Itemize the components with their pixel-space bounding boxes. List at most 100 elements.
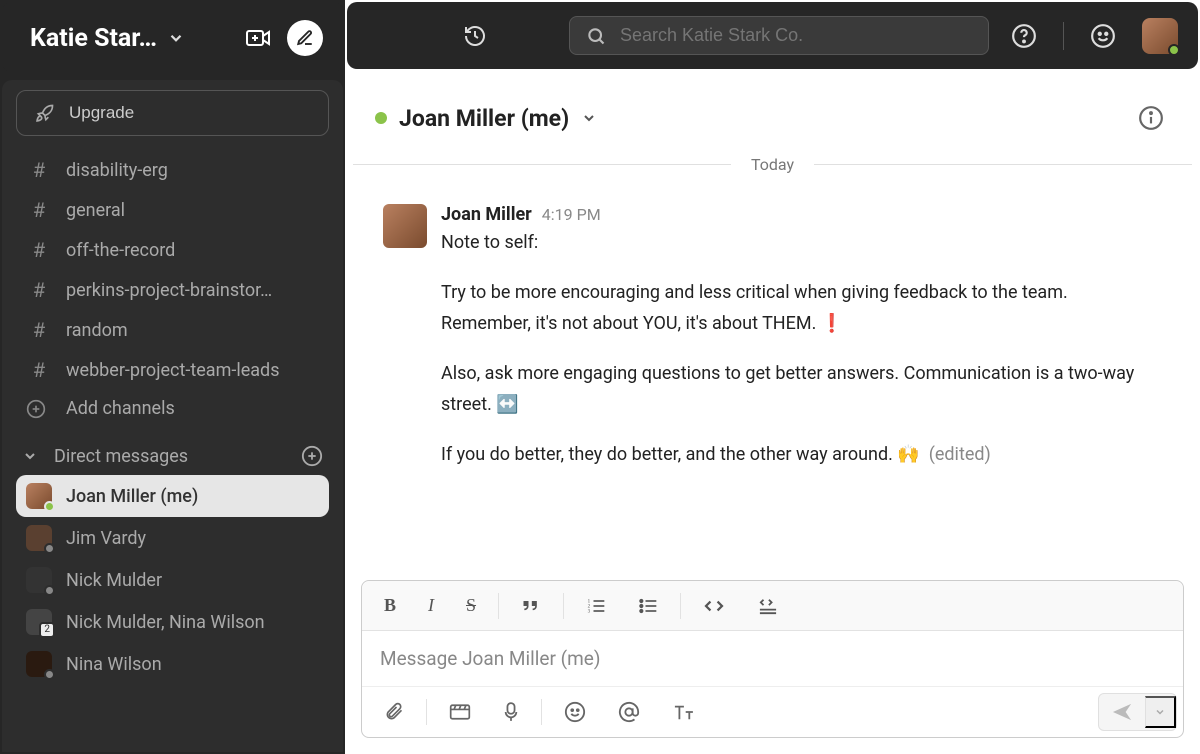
sidebar-body: Upgrade #disability-erg #general #off-th… (2, 80, 343, 752)
history-button[interactable] (457, 18, 493, 54)
format-toolbar: B I S 123 (362, 581, 1183, 631)
workspace-switcher[interactable]: Katie Star… (2, 2, 343, 72)
presence-online-icon (44, 501, 55, 512)
search-box[interactable] (569, 16, 989, 55)
text-format-button[interactable] (656, 693, 710, 731)
separator (426, 699, 427, 725)
date-label: Today (751, 155, 794, 174)
presence-offline-icon (44, 585, 55, 596)
dm-item-self[interactable]: Joan Miller (me) (16, 475, 329, 517)
avatar (26, 567, 52, 593)
italic-button[interactable]: I (412, 585, 450, 626)
add-dm-button[interactable] (301, 445, 323, 467)
message-line: If you do better, they do better, and th… (441, 439, 1161, 471)
main-panel: Joan Miller (me) Today Joan Miller 4:19 … (345, 0, 1200, 754)
member-count-badge: 2 (39, 622, 55, 638)
add-channels-label: Add channels (66, 398, 175, 419)
plus-circle-icon (26, 399, 52, 419)
compose-input[interactable]: Message Joan Miller (me) (362, 631, 1183, 686)
hash-icon: # (26, 318, 52, 342)
help-button[interactable] (1005, 17, 1043, 55)
edited-label: (edited) (929, 444, 991, 465)
presence-online-icon (375, 112, 387, 124)
message-list: Joan Miller 4:19 PM Note to self: Try to… (345, 174, 1200, 574)
channel-item[interactable]: #general (16, 190, 329, 230)
info-button[interactable] (1132, 99, 1170, 137)
search-icon (586, 26, 606, 46)
channel-name: general (66, 200, 125, 221)
avatar (26, 483, 52, 509)
dm-item[interactable]: Jim Vardy (16, 517, 329, 559)
upgrade-label: Upgrade (69, 103, 134, 123)
compose-button[interactable] (287, 20, 323, 56)
hash-icon: # (26, 238, 52, 262)
send-area (1098, 693, 1177, 731)
add-channels-button[interactable]: Add channels (16, 390, 329, 427)
sidebar: Katie Star… Upgrade #disability-erg #gen… (0, 0, 345, 754)
code-button[interactable] (687, 588, 741, 624)
channel-name: webber-project-team-leads (66, 360, 279, 381)
mention-button[interactable] (602, 691, 656, 733)
code-block-button[interactable] (741, 587, 795, 625)
avatar: 2 (26, 609, 52, 635)
dm-name: Joan Miller (me) (66, 486, 198, 507)
message-avatar[interactable] (383, 204, 427, 248)
emoji-button[interactable] (548, 691, 602, 733)
strikethrough-button[interactable]: S (450, 585, 492, 626)
new-video-button[interactable] (239, 21, 277, 55)
channel-item[interactable]: # random (16, 310, 329, 350)
ordered-list-button[interactable]: 123 (570, 587, 622, 625)
bullet-list-button[interactable] (622, 587, 674, 625)
dm-name: Jim Vardy (66, 528, 146, 549)
dm-item-group[interactable]: 2 Nick Mulder, Nina Wilson (16, 601, 329, 643)
dm-name: Nick Mulder (66, 570, 162, 591)
topbar-right (1005, 17, 1178, 55)
conversation-title[interactable]: Joan Miller (me) (399, 105, 569, 132)
channel-name: perkins-project-brainstor… (66, 280, 272, 301)
rocket-icon (35, 103, 55, 123)
message-line: Also, ask more engaging questions to get… (441, 358, 1161, 421)
channel-item[interactable]: # perkins-project-brainstor… (16, 270, 329, 310)
blockquote-button[interactable] (505, 588, 557, 624)
chevron-down-icon (22, 448, 42, 464)
dm-item[interactable]: Nick Mulder (16, 559, 329, 601)
message: Joan Miller 4:19 PM Note to self: Try to… (383, 204, 1162, 488)
divider (1063, 22, 1064, 50)
channel-item[interactable]: #off-the-record (16, 230, 329, 270)
chevron-down-icon[interactable] (581, 110, 597, 126)
message-author[interactable]: Joan Miller (441, 204, 532, 225)
hash-icon: # (26, 358, 52, 382)
avatar (26, 525, 52, 551)
bold-button[interactable]: B (368, 585, 412, 626)
send-options-button[interactable] (1145, 696, 1176, 728)
dm-name: Nick Mulder, Nina Wilson (66, 612, 265, 633)
emoji-status-button[interactable] (1084, 17, 1122, 55)
presence-online-icon (1168, 44, 1180, 56)
dm-name: Nina Wilson (66, 654, 162, 675)
topbar (347, 2, 1198, 69)
dm-section-header[interactable]: Direct messages (16, 437, 329, 475)
message-body: Note to self: Try to be more encouraging… (441, 227, 1161, 470)
video-clip-button[interactable] (433, 693, 487, 731)
presence-offline-icon (44, 543, 55, 554)
conversation-header: Joan Miller (me) (345, 71, 1200, 155)
channel-item[interactable]: #disability-erg (16, 150, 329, 190)
separator (563, 593, 564, 619)
channel-name: random (66, 320, 128, 341)
svg-text:3: 3 (588, 609, 591, 614)
channel-name: disability-erg (66, 160, 168, 181)
compose-toolbar (362, 686, 1183, 737)
audio-button[interactable] (487, 691, 535, 733)
attach-button[interactable] (368, 691, 420, 733)
separator (498, 593, 499, 619)
upgrade-button[interactable]: Upgrade (16, 90, 329, 136)
send-button[interactable] (1099, 694, 1145, 730)
user-avatar[interactable] (1142, 18, 1178, 54)
message-timestamp: 4:19 PM (542, 205, 601, 224)
search-input[interactable] (620, 25, 972, 46)
dm-item[interactable]: Nina Wilson (16, 643, 329, 685)
channel-item[interactable]: # webber-project-team-leads (16, 350, 329, 390)
dm-section-label: Direct messages (54, 446, 188, 467)
hash-icon: # (26, 278, 52, 302)
message-line: Note to self: (441, 227, 1161, 259)
